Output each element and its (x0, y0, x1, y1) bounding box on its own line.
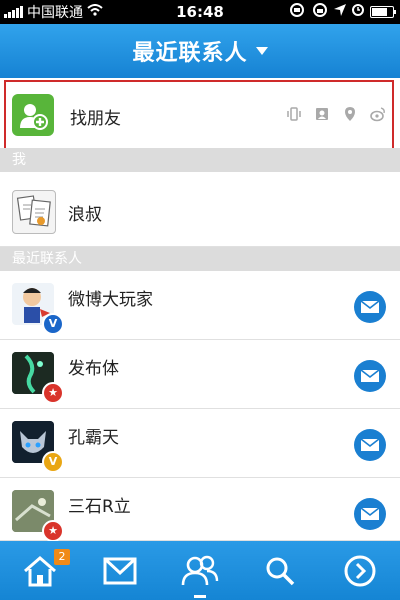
me-name: 浪叔 (68, 205, 102, 225)
status-right (288, 0, 396, 24)
contact-name: 发布体 (68, 359, 119, 379)
mail-icon (360, 438, 380, 451)
find-friends-label: 找朋友 (70, 109, 121, 129)
battery-icon (370, 6, 396, 18)
contacts-icon (181, 555, 219, 585)
tab-bar: 2 (0, 541, 400, 600)
star-badge: ★ (42, 520, 64, 542)
alarm-icon (352, 4, 364, 20)
messages-icon (103, 557, 137, 584)
star-badge: ★ (42, 382, 64, 404)
phone-shake-icon[interactable] (286, 106, 302, 122)
battery-fill (372, 8, 387, 16)
nav-bar: 最近联系人 (0, 24, 400, 78)
contact-row[interactable]: ★ 发布体 (0, 340, 400, 409)
active-tab-indicator (194, 595, 206, 598)
mail-icon (360, 300, 380, 313)
tab-search[interactable] (240, 541, 320, 600)
section-header-recent: 最近联系人 (0, 247, 400, 271)
contact-name: 三石R立 (68, 497, 131, 517)
status-bar: 中国联通 16:48 (0, 0, 400, 24)
message-button[interactable] (354, 360, 386, 392)
mail-icon (360, 507, 380, 520)
contacts-card-icon[interactable] (314, 106, 330, 122)
section-header-me: 我 (0, 148, 400, 172)
add-user-icon (12, 94, 54, 136)
location-icon (334, 4, 346, 20)
tab-contacts[interactable] (160, 541, 240, 600)
chevron-down-icon[interactable] (255, 47, 268, 55)
home-icon (24, 555, 56, 586)
message-button[interactable] (354, 291, 386, 323)
message-button[interactable] (354, 498, 386, 530)
find-friends-row[interactable]: 找朋友 (4, 80, 394, 150)
more-icon (344, 555, 376, 586)
tab-messages[interactable] (80, 541, 160, 600)
lock-rotation-icon (312, 3, 328, 21)
contact-name: 孔霸天 (68, 428, 119, 448)
mail-icon (360, 369, 380, 382)
message-button[interactable] (354, 429, 386, 461)
tab-more[interactable] (320, 541, 400, 600)
find-friends-tools (286, 106, 386, 122)
page-title[interactable]: 最近联系人 (132, 35, 247, 67)
headset-icon (288, 3, 306, 21)
contact-row[interactable]: ★ 三石R立 (0, 478, 400, 542)
contact-row[interactable]: V 孔霸天 (0, 409, 400, 478)
contact-row[interactable]: V 微博大玩家 (0, 271, 400, 340)
contact-name: 微博大玩家 (68, 290, 153, 310)
me-row[interactable]: 浪叔 (0, 178, 400, 247)
location-pin-icon[interactable] (342, 106, 358, 122)
avatar (12, 190, 56, 234)
verified-badge: V (42, 313, 64, 335)
tab-home[interactable]: 2 (0, 541, 80, 600)
unread-count-badge: 2 (54, 549, 70, 565)
search-icon (266, 557, 295, 585)
verified-badge: V (42, 451, 64, 473)
weibo-icon[interactable] (370, 106, 386, 122)
